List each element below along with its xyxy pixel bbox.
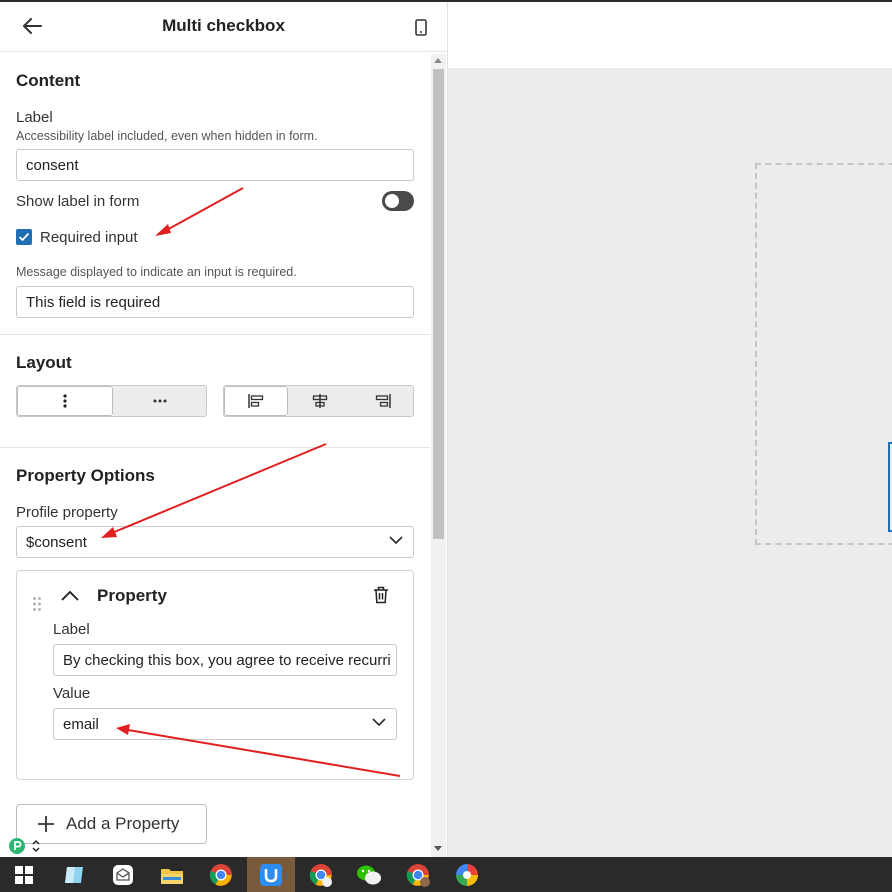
- section-divider: [0, 447, 430, 448]
- align-center-icon: [312, 394, 328, 408]
- windows-start-icon: [15, 865, 33, 884]
- toggle-knob: [385, 194, 399, 208]
- property-card-title: Property: [97, 586, 167, 605]
- scroll-up-arrow-icon[interactable]: [434, 58, 442, 63]
- panel-scroll-area[interactable]: Content Label Accessibility label includ…: [0, 52, 430, 857]
- profile-property-value: $consent: [26, 533, 87, 551]
- mobile-preview-button[interactable]: [411, 16, 431, 38]
- chrome-icon: [309, 863, 332, 887]
- wechat-icon: [357, 865, 381, 884]
- section-divider: [0, 334, 430, 335]
- taskbar-app-2[interactable]: [99, 857, 147, 892]
- align-center-button[interactable]: [288, 386, 352, 416]
- chevron-up-icon[interactable]: [61, 590, 79, 601]
- form-preview-frame[interactable]: [755, 163, 892, 545]
- panel-header: Multi checkbox: [0, 2, 447, 52]
- vertical-dots-icon: [63, 394, 67, 408]
- property-card: Property Label By checking this box, you…: [16, 570, 414, 780]
- scroll-thumb[interactable]: [433, 69, 444, 539]
- panel-scrollbar[interactable]: [431, 54, 446, 857]
- property-label-title: Label: [53, 621, 90, 638]
- canvas-background: [448, 68, 892, 857]
- taskbar-app-1[interactable]: [50, 857, 98, 892]
- profile-property-select[interactable]: $consent: [16, 526, 414, 558]
- p-logo-icon: [9, 838, 25, 854]
- align-left-icon: [248, 394, 264, 408]
- property-value-title: Value: [53, 685, 91, 702]
- add-property-label: Add a Property: [66, 814, 180, 833]
- required-message-input[interactable]: This field is required: [16, 286, 414, 318]
- vertical-layout-button[interactable]: [17, 386, 113, 416]
- align-left-button[interactable]: [224, 386, 288, 416]
- show-label-toggle[interactable]: [382, 191, 414, 211]
- required-message-value: This field is required: [26, 293, 161, 311]
- required-input-checkbox[interactable]: [16, 229, 32, 245]
- chevron-down-icon: [372, 718, 386, 727]
- label-input-value: consent: [26, 156, 79, 174]
- checkmark-icon: [18, 232, 30, 242]
- scroll-down-arrow-icon[interactable]: [434, 846, 442, 851]
- mobile-icon: [415, 18, 427, 36]
- trash-icon[interactable]: [373, 586, 389, 604]
- windows-taskbar: [0, 857, 892, 892]
- preview-canvas: [448, 2, 892, 857]
- plus-icon: [38, 816, 54, 832]
- editor-panel: Multi checkbox Content Label Accessibili…: [0, 2, 448, 857]
- property-value-select[interactable]: email: [53, 708, 397, 740]
- taskbar-color-app[interactable]: [443, 857, 491, 892]
- add-property-button[interactable]: Add a Property: [16, 804, 207, 844]
- taskbar-chrome-2[interactable]: [297, 857, 345, 892]
- chevron-down-icon: [389, 536, 403, 545]
- required-message-help: Message displayed to indicate an input i…: [16, 265, 297, 279]
- start-button[interactable]: [0, 857, 48, 892]
- panel-title: Multi checkbox: [162, 16, 285, 35]
- color-app-icon: [456, 863, 478, 886]
- chrome-icon: [406, 863, 430, 887]
- taskbar-chrome-3[interactable]: [394, 857, 442, 892]
- label-input[interactable]: consent: [16, 149, 414, 181]
- show-label-text: Show label in form: [16, 193, 140, 210]
- property-label-value: By checking this box, you agree to recei…: [63, 651, 391, 669]
- required-input-label: Required input: [40, 229, 138, 246]
- align-right-icon: [375, 394, 391, 408]
- taskbar-wechat[interactable]: [345, 857, 393, 892]
- profile-property-label: Profile property: [16, 504, 118, 521]
- app-u-icon: [260, 863, 282, 886]
- layout-section-title: Layout: [16, 353, 72, 372]
- taskbar-chrome-1[interactable]: [197, 857, 245, 892]
- taskbar-file-explorer[interactable]: [148, 857, 196, 892]
- label-field-title: Label: [16, 109, 53, 126]
- property-value-selected: email: [63, 715, 99, 733]
- mail-icon: [113, 864, 133, 885]
- app-icon: [65, 866, 83, 883]
- label-field-help: Accessibility label included, even when …: [16, 129, 318, 143]
- floating-helper-badge[interactable]: [8, 836, 42, 856]
- alignment-segmented-control: [223, 385, 414, 417]
- horizontal-dots-icon: [153, 399, 166, 403]
- horizontal-layout-button[interactable]: [113, 386, 206, 416]
- property-label-input[interactable]: By checking this box, you agree to recei…: [53, 644, 397, 676]
- property-options-title: Property Options: [16, 466, 155, 485]
- selected-element-outline[interactable]: [888, 442, 892, 532]
- chrome-icon: [209, 863, 232, 886]
- chevron-updown-icon: [32, 840, 40, 852]
- content-section-title: Content: [16, 71, 81, 90]
- taskbar-app-u[interactable]: [247, 857, 295, 892]
- file-explorer-icon: [161, 868, 183, 884]
- drag-handle-icon[interactable]: [32, 596, 42, 612]
- align-right-button[interactable]: [352, 386, 413, 416]
- orientation-segmented-control: [16, 385, 207, 417]
